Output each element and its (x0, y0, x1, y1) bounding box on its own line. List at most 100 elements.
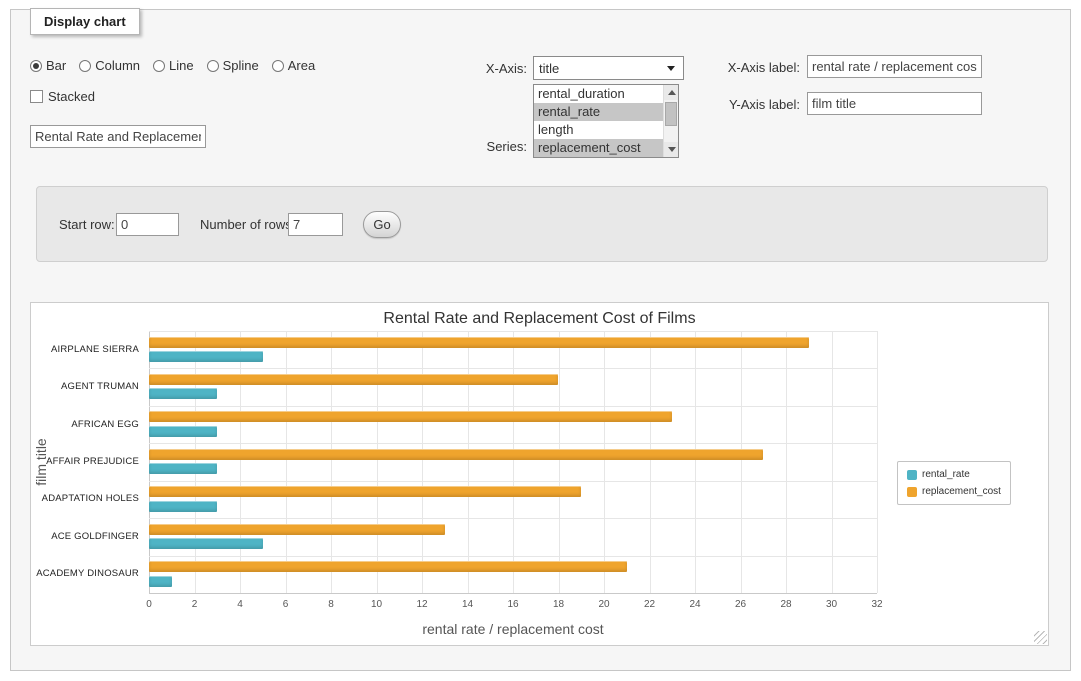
start-row-input[interactable] (116, 213, 179, 236)
legend-swatch-icon (907, 487, 917, 497)
plot-area (149, 331, 877, 593)
series-option-length[interactable]: length (534, 121, 663, 139)
stacked-checkbox-row[interactable]: Stacked (30, 89, 95, 104)
x-tick-label: 22 (644, 599, 655, 610)
bar-replacement_cost[interactable] (149, 561, 627, 572)
radio-icon[interactable] (30, 60, 42, 72)
series-option-rental_rate[interactable]: rental_rate (534, 103, 663, 121)
gridline-vertical (832, 331, 833, 593)
radio-label: Spline (223, 58, 259, 73)
bar-rental_rate[interactable] (149, 463, 217, 474)
bar-rental_rate[interactable] (149, 351, 263, 362)
gridline-vertical (149, 331, 150, 593)
series-listbox[interactable]: rental_durationrental_ratelengthreplacem… (533, 84, 679, 158)
bar-rental_rate[interactable] (149, 576, 172, 587)
scroll-down-icon[interactable] (664, 142, 679, 157)
stacked-label: Stacked (48, 89, 95, 104)
bar-rental_rate[interactable] (149, 501, 217, 512)
x-axis-select-label: X-Axis: (470, 61, 527, 76)
category-label: AFRICAN EGG (31, 419, 139, 430)
gridline-vertical (377, 331, 378, 593)
chart-type-option-spline[interactable]: Spline (207, 58, 259, 73)
category-label: AIRPLANE SIERRA (31, 344, 139, 355)
x-axis-label-input[interactable] (807, 55, 982, 78)
y-axis-label-input[interactable] (807, 92, 982, 115)
x-tick-label: 12 (416, 599, 427, 610)
scroll-up-icon[interactable] (664, 85, 679, 100)
radio-icon[interactable] (272, 60, 284, 72)
gridline-vertical (559, 331, 560, 593)
fieldset-legend: Display chart (30, 8, 140, 35)
series-option-replacement_cost[interactable]: replacement_cost (534, 139, 663, 157)
y-axis-label-label: Y-Axis label: (705, 97, 800, 112)
page: Display chart Bar Column Line Spline Area St… (0, 0, 1081, 681)
x-tick-label: 24 (689, 599, 700, 610)
gridline-vertical (195, 331, 196, 593)
gridline-vertical (331, 331, 332, 593)
go-button[interactable]: Go (363, 211, 401, 238)
chart-title-input[interactable] (30, 125, 206, 148)
number-of-rows-label: Number of rows: (200, 217, 295, 232)
x-tick-label: 16 (507, 599, 518, 610)
scrollbar-thumb[interactable] (665, 102, 677, 126)
gridline-vertical (695, 331, 696, 593)
stacked-checkbox[interactable] (30, 90, 43, 103)
chart-type-option-column[interactable]: Column (79, 58, 140, 73)
category-label: AGENT TRUMAN (31, 381, 139, 392)
gridline-vertical (604, 331, 605, 593)
chart-type-option-area[interactable]: Area (272, 58, 315, 73)
radio-icon[interactable] (207, 60, 219, 72)
gridline-vertical (877, 331, 878, 593)
legend-swatch-icon (907, 470, 917, 480)
x-tick-label: 28 (780, 599, 791, 610)
gridline-horizontal (149, 443, 877, 444)
x-tick-label: 32 (871, 599, 882, 610)
gridline-vertical (240, 331, 241, 593)
dropdown-arrow-icon (667, 66, 675, 71)
legend-item-replacement_cost[interactable]: replacement_cost (907, 486, 1001, 497)
radio-label: Column (95, 58, 140, 73)
bar-replacement_cost[interactable] (149, 411, 672, 422)
category-label: AFFAIR PREJUDICE (31, 456, 139, 467)
resize-handle-icon[interactable] (1034, 631, 1047, 644)
gridline-vertical (513, 331, 514, 593)
x-tick-label: 26 (735, 599, 746, 610)
gridline-vertical (286, 331, 287, 593)
legend-item-rental_rate[interactable]: rental_rate (907, 469, 1001, 480)
bar-replacement_cost[interactable] (149, 374, 558, 385)
bar-replacement_cost[interactable] (149, 524, 445, 535)
radio-label: Line (169, 58, 194, 73)
bar-replacement_cost[interactable] (149, 449, 763, 460)
x-tick-label: 8 (328, 599, 334, 610)
number-of-rows-input[interactable] (288, 213, 343, 236)
gridline-vertical (741, 331, 742, 593)
bar-replacement_cost[interactable] (149, 486, 581, 497)
listbox-scrollbar[interactable] (663, 85, 678, 157)
x-tick-label: 30 (826, 599, 837, 610)
x-axis-label-label: X-Axis label: (705, 60, 800, 75)
radio-label: Bar (46, 58, 66, 73)
x-axis-title: rental rate / replacement cost (149, 621, 877, 637)
category-label: ADAPTATION HOLES (31, 493, 139, 504)
x-axis-select-value: title (539, 61, 559, 76)
chart-legend: rental_rate replacement_cost (897, 461, 1011, 505)
chart-type-option-bar[interactable]: Bar (30, 58, 66, 73)
bar-rental_rate[interactable] (149, 538, 263, 549)
x-tick-label: 2 (192, 599, 198, 610)
x-tick-label: 14 (462, 599, 473, 610)
bar-rental_rate[interactable] (149, 388, 217, 399)
x-tick-label: 10 (371, 599, 382, 610)
chart-type-group: Bar Column Line Spline Area (30, 58, 315, 73)
gridline-vertical (786, 331, 787, 593)
x-axis-select[interactable]: title (533, 56, 684, 80)
radio-label: Area (288, 58, 315, 73)
radio-icon[interactable] (79, 60, 91, 72)
series-option-rental_duration[interactable]: rental_duration (534, 85, 663, 103)
radio-icon[interactable] (153, 60, 165, 72)
series-listbox-label: Series: (470, 139, 527, 154)
bar-rental_rate[interactable] (149, 426, 217, 437)
gridline-vertical (422, 331, 423, 593)
chart-type-option-line[interactable]: Line (153, 58, 194, 73)
gridline-horizontal (149, 518, 877, 519)
bar-replacement_cost[interactable] (149, 337, 809, 348)
